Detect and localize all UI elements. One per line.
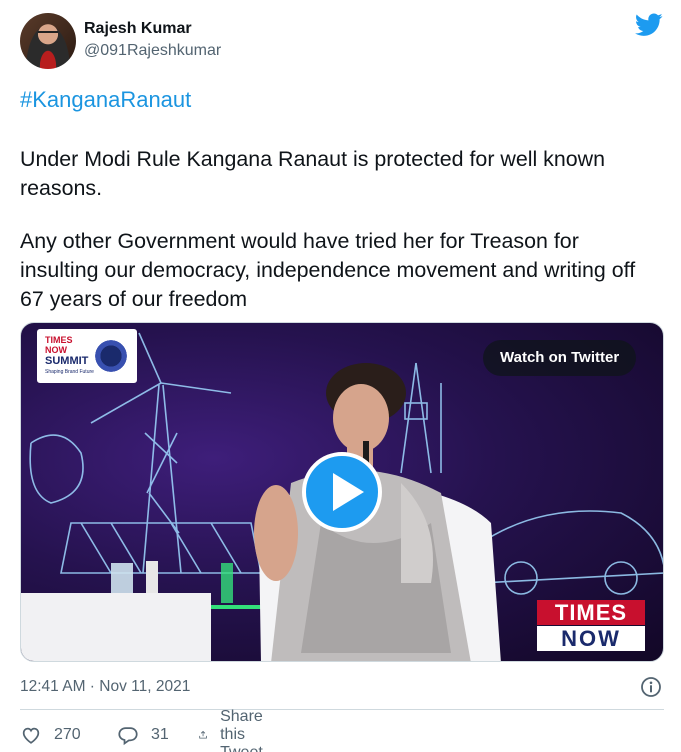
avatar[interactable] [20,13,76,69]
tweet-text: Under Modi Rule Kangana Ranaut is protec… [20,145,660,338]
reply-icon [118,727,138,746]
twitter-bird-icon[interactable] [635,13,663,37]
hashtag-link[interactable]: #KanganaRanaut [20,87,191,113]
share-icon [199,730,207,739]
heart-icon [22,727,40,744]
author-name[interactable]: Rajesh Kumar [84,20,192,38]
play-button[interactable] [302,452,382,532]
channel-logo-top: TIMES [537,600,645,625]
play-icon [333,473,364,511]
info-icon[interactable] [640,676,662,698]
tweet-timestamp[interactable]: 12:41 AM · Nov 11, 2021 [20,678,190,696]
watch-on-twitter-button[interactable]: Watch on Twitter [483,340,637,376]
author-handle[interactable]: @091Rajeshkumar [84,42,221,60]
divider [20,709,664,710]
lion-logo-icon [93,337,129,375]
event-badge-line3: SUMMIT [45,355,89,367]
tweet-paragraph-1: Under Modi Rule Kangana Ranaut is protec… [20,147,606,200]
like-count: 270 [54,726,81,743]
reply-count: 31 [151,726,169,743]
event-badge-line4: Shaping Brand Future [45,369,94,375]
video-player[interactable]: TIMES NOW SUMMIT Shaping Brand Future Wa… [20,322,664,662]
tweet-paragraph-2: Any other Government would have tried he… [20,229,636,311]
reply-button[interactable]: 31 [117,722,169,748]
channel-logo-bottom: NOW [537,626,645,651]
channel-logo: TIMES NOW [537,600,645,652]
event-badge-line2: NOW [45,345,67,355]
like-button[interactable]: 270 [20,722,81,748]
event-badge: TIMES NOW SUMMIT Shaping Brand Future [37,329,137,383]
share-button[interactable]: Share this Tweet [198,708,275,752]
tweet-card: Rajesh Kumar @091Rajeshkumar #KanganaRan… [0,0,681,752]
event-badge-line1: TIMES [45,335,73,345]
share-label: Share this Tweet [220,708,263,752]
